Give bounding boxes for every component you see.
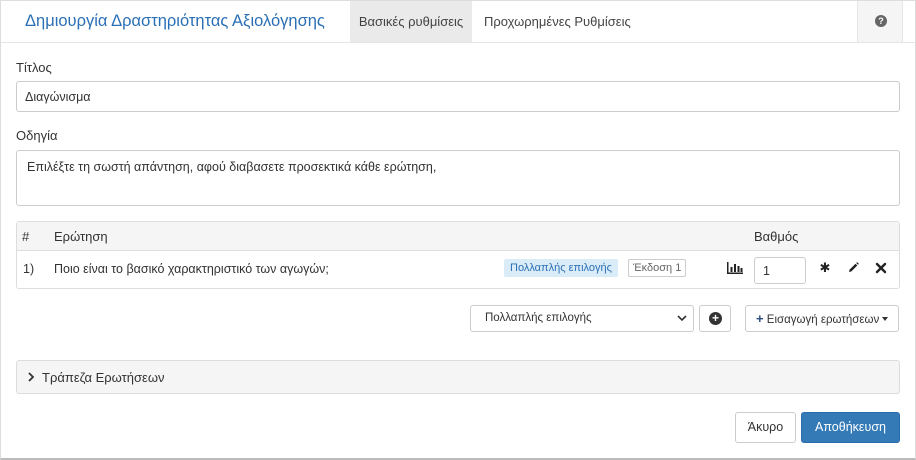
question-circle-icon: ?: [875, 15, 887, 27]
bar-chart-icon[interactable]: [727, 262, 743, 274]
save-button[interactable]: Αποθήκευση: [801, 412, 900, 443]
score-input[interactable]: [754, 257, 806, 284]
header-num: #: [22, 229, 30, 244]
chevron-down-icon: [677, 315, 687, 322]
tab-basic-settings[interactable]: Βασικές ρυθμίσεις: [350, 1, 472, 42]
add-question-button[interactable]: +: [699, 305, 731, 332]
row-question-text: Ποιο είναι το βασικό χαρακτηριστικό των …: [54, 262, 329, 276]
plus-circle-icon: +: [709, 312, 722, 325]
header-question: Ερώτηση: [54, 229, 108, 244]
row-num: 1): [23, 262, 35, 276]
dialog: Δημιουργία Δραστηριότητας Αξιολόγησης Βα…: [0, 0, 916, 460]
cancel-button[interactable]: Άκυρο: [735, 412, 796, 443]
question-bank-panel[interactable]: Τράπεζα Ερωτήσεων: [16, 360, 900, 394]
asterisk-icon[interactable]: ✱: [819, 261, 831, 274]
plus-icon: +: [756, 311, 764, 326]
times-icon[interactable]: [875, 262, 887, 274]
dialog-header: Δημιουργία Δραστηριότητας Αξιολόγησης Βα…: [1, 1, 915, 43]
instructions-label: Οδηγία: [16, 128, 58, 143]
question-type-select[interactable]: Πολλαπλής επιλογής: [470, 305, 694, 332]
questions-table: # Ερώτηση Βαθμός 1) Ποιο είναι το βασικό…: [16, 221, 900, 289]
title-input[interactable]: [16, 81, 900, 112]
tab-advanced-settings[interactable]: Προχωρημένες Ρυθμίσεις: [484, 1, 631, 42]
import-questions-label: Εισαγωγή ερωτήσεων: [766, 314, 880, 326]
title-label: Τίτλος: [16, 60, 52, 75]
pencil-icon[interactable]: [847, 262, 859, 274]
question-type-badge: Πολλαπλής επιλογής: [504, 259, 618, 277]
question-type-selected: Πολλαπλής επιλογής: [485, 312, 592, 324]
help-button[interactable]: ?: [857, 1, 903, 42]
header-score: Βαθμός: [754, 229, 799, 244]
instructions-textarea[interactable]: Επιλέξτε τη σωστή απάντηση, αφού διαβασε…: [16, 150, 900, 206]
dialog-title: Δημιουργία Δραστηριότητας Αξιολόγησης: [25, 12, 325, 30]
table-header: # Ερώτηση Βαθμός: [17, 222, 899, 251]
question-bank-label: Τράπεζα Ερωτήσεων: [42, 370, 165, 385]
version-badge: Έκδοση 1: [628, 259, 687, 277]
import-questions-button[interactable]: + Εισαγωγή ερωτήσεων: [745, 305, 899, 332]
caret-down-icon: [882, 317, 888, 321]
chevron-right-icon: [28, 372, 35, 382]
